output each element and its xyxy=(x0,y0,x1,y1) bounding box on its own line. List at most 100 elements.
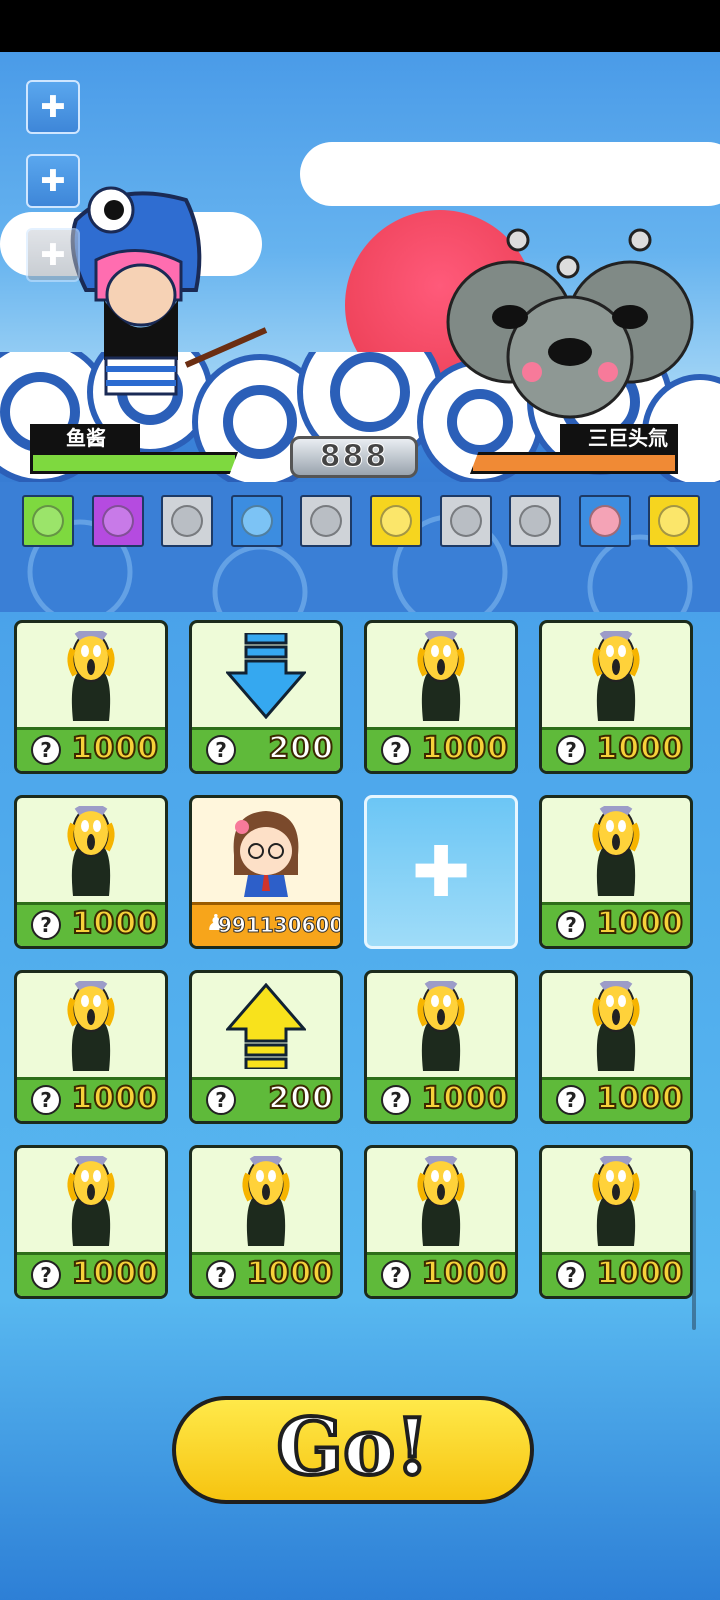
help-icon[interactable]: ? xyxy=(31,1085,61,1115)
card-footer: ? 1000 xyxy=(367,1077,515,1121)
status-bar xyxy=(0,0,720,52)
piggy-bank-icon[interactable] xyxy=(578,495,631,547)
blue-balloon-icon[interactable] xyxy=(230,495,283,547)
card-price: 1000 xyxy=(596,1080,684,1117)
add-slot-button[interactable]: ✚ xyxy=(26,228,80,282)
down-arrow-icon xyxy=(192,623,340,728)
card-price: 200 xyxy=(267,730,334,767)
balloon-glyph xyxy=(101,505,134,537)
up-arrow-card[interactable]: ? 200 xyxy=(189,970,343,1124)
card-footer: ? 1000 xyxy=(17,902,165,946)
help-icon[interactable]: ? xyxy=(556,910,586,940)
player-name: 鱼酱 xyxy=(66,426,106,450)
plus-icon: ✚ xyxy=(411,831,471,913)
mystery-card[interactable]: ? 1000 xyxy=(364,620,518,774)
help-icon[interactable]: ? xyxy=(206,1085,236,1115)
down-arrow-card[interactable]: ? 200 xyxy=(189,620,343,774)
help-icon[interactable]: ? xyxy=(31,1260,61,1290)
scream-icon xyxy=(542,798,690,903)
add-card-slot[interactable]: ✚ xyxy=(364,795,518,949)
help-icon[interactable]: ? xyxy=(206,1260,236,1290)
balloon-glyph xyxy=(519,505,552,537)
card-footer: ? 1000 xyxy=(367,727,515,771)
enemy-hp-bar xyxy=(470,452,678,474)
card-footer: ? 1000 xyxy=(542,727,690,771)
yellow-balloon-icon[interactable] xyxy=(370,495,422,547)
card-footer: ? 1000 xyxy=(192,1252,340,1296)
mystery-card[interactable]: ? 1000 xyxy=(539,1145,693,1299)
mystery-card[interactable]: ? 1000 xyxy=(539,620,693,774)
mystery-card[interactable]: ? 1000 xyxy=(539,970,693,1124)
card-price: 1000 xyxy=(421,1080,509,1117)
scream-icon xyxy=(367,1148,515,1253)
help-icon[interactable]: ? xyxy=(31,735,61,765)
mystery-card[interactable]: ? 1000 xyxy=(14,1145,168,1299)
player-character xyxy=(70,186,268,396)
scream-icon xyxy=(17,623,165,728)
player-name-tag: 鱼酱 xyxy=(30,424,140,452)
balloon-glyph xyxy=(449,505,482,537)
help-icon[interactable]: ? xyxy=(31,910,61,940)
balloon-glyph xyxy=(658,505,691,537)
card-price: 1000 xyxy=(71,1080,159,1117)
card-footer: ? 1000 xyxy=(17,1077,165,1121)
scream-icon xyxy=(542,623,690,728)
help-icon[interactable]: ? xyxy=(556,1085,586,1115)
scream-icon xyxy=(17,1148,165,1253)
mystery-card[interactable]: ? 1000 xyxy=(14,970,168,1124)
card-price: 1000 xyxy=(421,730,509,767)
help-icon[interactable]: ? xyxy=(381,1260,411,1290)
mystery-card[interactable]: ? 1000 xyxy=(14,795,168,949)
card-price: 1000 xyxy=(596,1255,684,1292)
cloud xyxy=(300,142,720,206)
balloon-glyph xyxy=(588,505,621,537)
card-footer: ? 1000 xyxy=(367,1252,515,1296)
score-display: 888 xyxy=(290,436,418,478)
enemy-name-tag: 三巨头氚 xyxy=(560,424,678,452)
mystery-card[interactable]: ? 1000 xyxy=(539,795,693,949)
scream-icon xyxy=(17,798,165,903)
balloon-glyph xyxy=(32,505,64,537)
scream-icon xyxy=(542,973,690,1078)
card-footer: ? 1000 xyxy=(17,727,165,771)
gray-balloon-icon[interactable] xyxy=(439,495,492,547)
add-slot-button[interactable]: ✚ xyxy=(26,80,80,134)
card-price: 200 xyxy=(267,1080,334,1117)
enemy-character xyxy=(446,228,694,419)
purple-balloon-icon[interactable] xyxy=(91,495,144,547)
self-card[interactable]: ♟ 991130600 xyxy=(189,795,343,949)
balloon-glyph xyxy=(310,505,343,537)
player-hp-bar xyxy=(30,452,238,474)
gray-balloon-icon[interactable] xyxy=(509,495,562,547)
item-strip xyxy=(22,495,720,549)
mystery-card[interactable]: ? 1000 xyxy=(14,620,168,774)
help-icon[interactable]: ? xyxy=(381,735,411,765)
card-footer: ? 200 xyxy=(192,1077,340,1121)
scream-icon xyxy=(367,973,515,1078)
help-icon[interactable]: ? xyxy=(556,735,586,765)
card-footer: ? 1000 xyxy=(542,902,690,946)
add-slot-button[interactable]: ✚ xyxy=(26,154,80,208)
card-price: 1000 xyxy=(596,730,684,767)
help-icon[interactable]: ? xyxy=(206,735,236,765)
mystery-card[interactable]: ? 1000 xyxy=(364,970,518,1124)
card-price: 1000 xyxy=(246,1255,334,1292)
up-arrow-icon xyxy=(192,973,340,1078)
gray-balloon-icon[interactable] xyxy=(300,495,353,547)
card-footer: ? 1000 xyxy=(542,1252,690,1296)
mystery-card[interactable]: ? 1000 xyxy=(189,1145,343,1299)
mystery-card[interactable]: ? 1000 xyxy=(364,1145,518,1299)
scream-icon xyxy=(367,623,515,728)
scrollbar[interactable] xyxy=(692,1190,696,1330)
balloon-glyph xyxy=(171,505,204,537)
yellow-balloon-icon[interactable] xyxy=(648,495,701,547)
go-button[interactable]: Go! xyxy=(172,1396,534,1504)
help-icon[interactable]: ? xyxy=(381,1085,411,1115)
green-balloon-icon[interactable] xyxy=(22,495,74,547)
coin-balance: 991130600 xyxy=(217,913,343,938)
card-price: 1000 xyxy=(596,905,684,942)
help-icon[interactable]: ? xyxy=(556,1260,586,1290)
enemy-name: 三巨头氚 xyxy=(588,426,668,450)
card-footer: ♟ 991130600 xyxy=(192,902,340,946)
gray-balloon-icon[interactable] xyxy=(161,495,214,547)
